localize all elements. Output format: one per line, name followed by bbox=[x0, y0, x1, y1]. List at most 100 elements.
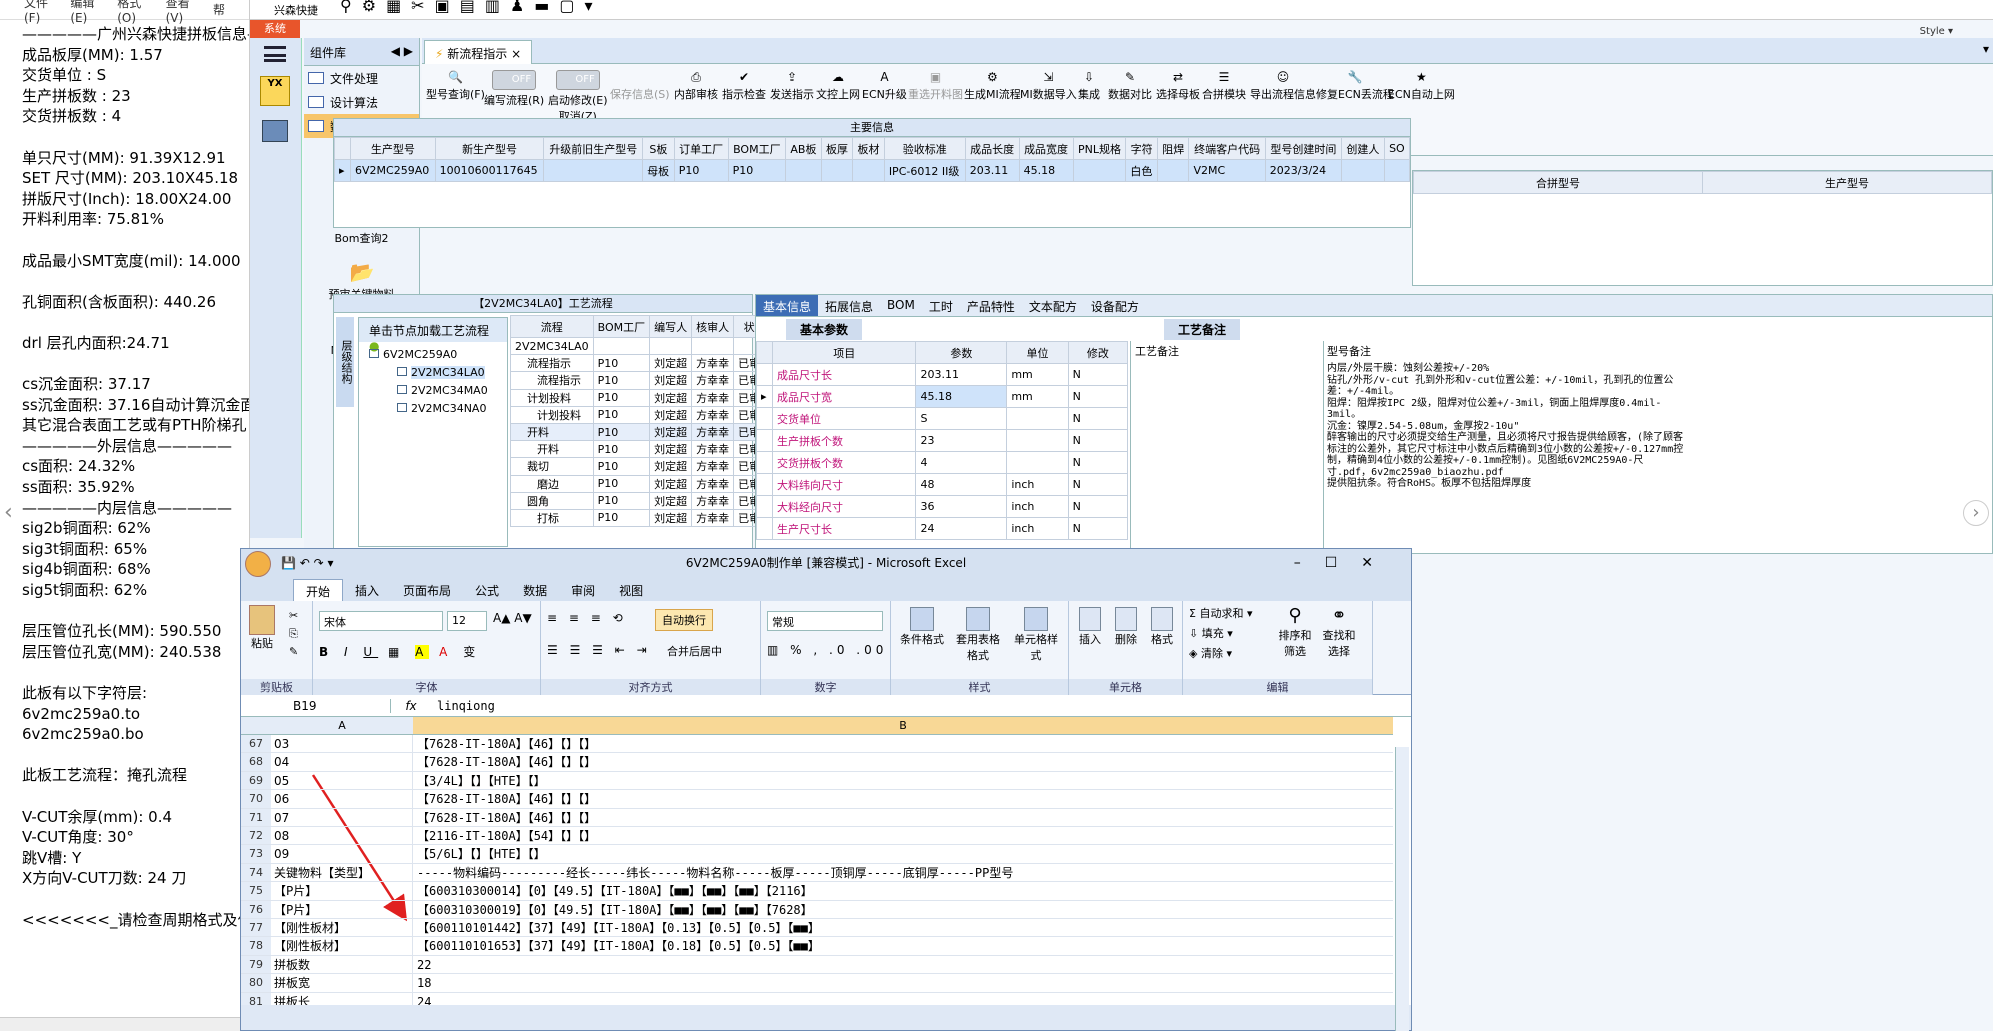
sheet-row[interactable]: 72 08 【2116-IT-180A】【54】【】【】 bbox=[241, 827, 1393, 846]
main-cell[interactable] bbox=[1341, 159, 1385, 182]
formula-input[interactable]: linqiong bbox=[431, 699, 1411, 713]
toolbar-button[interactable]: OFF 启动修改(E) 取消(Z) bbox=[548, 70, 608, 124]
find-select-button[interactable]: ⚭ 查找和选择 bbox=[1319, 605, 1359, 659]
param-cell[interactable]: 大料经向尺寸 bbox=[771, 495, 917, 518]
param-col-header[interactable]: 单位 bbox=[1006, 341, 1069, 364]
clear-button[interactable]: ◈ 清除 ▾ bbox=[1189, 645, 1232, 661]
param-cell[interactable]: N bbox=[1067, 385, 1129, 408]
cell-b[interactable]: 【5/6L】【】【HTE】【】 bbox=[413, 845, 1393, 862]
main-cell[interactable] bbox=[1072, 159, 1127, 182]
param-cell[interactable]: N bbox=[1067, 517, 1129, 540]
param-cell[interactable]: 交货拼板个数 bbox=[771, 451, 917, 474]
excel-tab[interactable]: 页面布局 bbox=[391, 579, 463, 601]
main-col-header[interactable]: 板厚 bbox=[820, 137, 854, 160]
format-button[interactable]: 格式 bbox=[1145, 607, 1179, 647]
param-row[interactable]: 生产拼板个数 23 N bbox=[756, 429, 1129, 452]
sheet-row[interactable]: 81 拼板长 24 bbox=[241, 992, 1393, 1005]
notepad-text[interactable]: —————广州兴森快捷拼板信息——— 成品板厚(MM): 1.57 交货单位 : S… bbox=[0, 20, 249, 934]
corner-header[interactable] bbox=[241, 717, 271, 735]
toolbar-button[interactable]: ⚙ 生成MI流程 bbox=[964, 70, 1021, 102]
style-selector[interactable]: Style ▾ bbox=[1920, 26, 1953, 37]
excel-quick-icons[interactable]: 💾 ↶ ↷ ▾ bbox=[281, 549, 334, 577]
flow-row[interactable]: 裁切P10刘定超方幸幸已审核 bbox=[510, 457, 777, 476]
sheet-row[interactable]: 79 拼板数 22 bbox=[241, 955, 1393, 975]
flow-row[interactable]: 流程指示P10刘定超方幸幸已审核 bbox=[510, 354, 777, 373]
font-size-select[interactable]: 12 bbox=[447, 611, 487, 631]
main-cell[interactable]: 2023/3/24 bbox=[1264, 159, 1343, 182]
param-cell[interactable]: N bbox=[1067, 495, 1129, 518]
sheet-row[interactable]: 67 03 【7628-IT-180A】【46】【】【】 bbox=[241, 735, 1393, 754]
toolbar-button[interactable]: 保存信息(S) bbox=[610, 70, 670, 102]
system-menu-button[interactable]: 系统 bbox=[250, 20, 300, 38]
sheet-row[interactable]: 76 【P片】 【600310300019】【0】【49.5】【IT-180A】【■… bbox=[241, 900, 1393, 919]
param-cell[interactable]: 23 bbox=[915, 429, 1008, 452]
number-format-icons[interactable]: ▥ % , .0 .00 bbox=[767, 643, 887, 657]
main-col-header[interactable]: 验收标准 bbox=[883, 137, 966, 160]
notepad-menu-item[interactable]: 文件(F) bbox=[24, 0, 56, 25]
cell-style-button[interactable]: 单元格样式 bbox=[1009, 607, 1063, 663]
table-format-button[interactable]: 套用表格格式 bbox=[953, 607, 1003, 663]
toolbar-button[interactable]: ⇄ 选择母板 bbox=[1156, 70, 1200, 102]
sort-filter-button[interactable]: ⚲ 排序和筛选 bbox=[1275, 605, 1315, 659]
toolbar-button[interactable]: 🔍 型号查询(F) bbox=[426, 70, 485, 102]
cell-a[interactable]: 拼板长 bbox=[271, 992, 413, 1005]
notepad-menu-item[interactable]: 帮 bbox=[213, 1, 225, 18]
main-cell[interactable]: P10 bbox=[673, 159, 729, 182]
main-cell[interactable]: 10010600117645 bbox=[434, 159, 545, 182]
excel-tab[interactable]: 视图 bbox=[607, 579, 655, 601]
info-tab[interactable]: 拓展信息 bbox=[818, 295, 880, 316]
main-col-header[interactable]: 阻焊 bbox=[1156, 137, 1190, 160]
param-row[interactable]: 大料经向尺寸 36 inch N bbox=[756, 495, 1129, 518]
toolbar-button[interactable]: A ECN升级 bbox=[862, 70, 907, 102]
cell-a[interactable]: 拼板数 bbox=[271, 955, 413, 974]
main-cell[interactable] bbox=[820, 159, 854, 182]
param-cell[interactable]: 生产尺寸长 bbox=[771, 517, 917, 540]
main-col-header[interactable]: AB板 bbox=[785, 137, 822, 160]
sheet-row[interactable]: 77 【刚性板材】 【600110101442】【37】【49】【IT-180A】【… bbox=[241, 919, 1393, 938]
param-cell[interactable]: N bbox=[1067, 407, 1129, 430]
param-cell[interactable]: S bbox=[915, 407, 1008, 430]
info-tab[interactable]: 产品特性 bbox=[960, 295, 1022, 316]
row-number[interactable]: 80 bbox=[241, 974, 271, 992]
insert-button[interactable]: 插入 bbox=[1073, 607, 1107, 647]
param-col-header[interactable]: 修改 bbox=[1067, 341, 1129, 364]
window-controls[interactable]: –☐✕ bbox=[1294, 549, 1397, 577]
param-row[interactable]: 成品尺寸长 203.11 mm N bbox=[756, 363, 1129, 386]
toolbar-button[interactable]: ⇩ 集成 bbox=[1078, 70, 1100, 102]
cell-b[interactable]: 【3/4L】【】【HTE】【】 bbox=[413, 772, 1393, 789]
row-number[interactable]: 78 bbox=[241, 937, 271, 955]
param-col-header[interactable]: 项目 bbox=[771, 341, 917, 364]
main-col-header[interactable]: 创建人 bbox=[1341, 137, 1385, 160]
flow-col-header[interactable]: 流程 bbox=[510, 315, 594, 338]
row-number[interactable]: 75 bbox=[241, 882, 271, 900]
flow-row[interactable]: 开料P10刘定超方幸幸已审核 bbox=[510, 440, 777, 459]
notepad-scrollbar[interactable] bbox=[0, 1017, 249, 1031]
info-tab[interactable]: BOM bbox=[880, 295, 922, 316]
flow-row[interactable]: 开料P10刘定超方幸幸已审核 bbox=[510, 422, 777, 442]
flow-col-header[interactable]: 编写人 bbox=[649, 315, 693, 338]
info-tab[interactable]: 工时 bbox=[922, 295, 960, 316]
main-col-header[interactable]: 成品长度 bbox=[964, 137, 1020, 160]
notepad-menu-item[interactable]: 编辑(E) bbox=[70, 0, 103, 25]
model-remark-text[interactable]: 内层/外层干膜：蚀刻公差按+/-20% 钻孔/外形/v-cut 孔到外形和v-cu… bbox=[1327, 363, 1687, 490]
cell-b[interactable]: 【600110101442】【37】【49】【IT-180A】【0.13】【0.… bbox=[413, 919, 1393, 936]
param-row[interactable]: 生产尺寸长 24 inch N bbox=[756, 517, 1129, 540]
param-cell[interactable]: 48 bbox=[915, 473, 1008, 496]
row-number[interactable]: 68 bbox=[241, 753, 271, 771]
name-box[interactable]: B19 bbox=[241, 698, 391, 713]
sheet-row[interactable]: 69 05 【3/4L】【】【HTE】【】 bbox=[241, 771, 1393, 791]
main-cell[interactable]: 45.18 bbox=[1018, 159, 1074, 182]
row-number[interactable]: 70 bbox=[241, 790, 271, 808]
toggle-switch[interactable]: OFF bbox=[492, 70, 537, 90]
flow-row[interactable]: 计划投料P10刘定超方幸幸已审核 bbox=[510, 405, 777, 424]
column-header-a[interactable]: A bbox=[271, 717, 413, 735]
main-cell[interactable]: 白色 bbox=[1125, 159, 1158, 182]
cell-b[interactable]: 【7628-IT-180A】【46】【】【】 bbox=[413, 809, 1393, 826]
tree-side-tab[interactable]: 层级结构 bbox=[336, 317, 354, 407]
flow-col-header[interactable]: 核审人 bbox=[691, 315, 735, 338]
office-button[interactable] bbox=[245, 551, 271, 577]
param-row[interactable]: 交货拼板个数 4 N bbox=[756, 451, 1129, 474]
sheet-row[interactable]: 75 【P片】 【600310300014】【0】【49.5】【IT-180A】【■… bbox=[241, 882, 1393, 901]
param-cell[interactable]: inch bbox=[1006, 495, 1069, 518]
font-name-select[interactable]: 宋体 bbox=[319, 611, 443, 631]
